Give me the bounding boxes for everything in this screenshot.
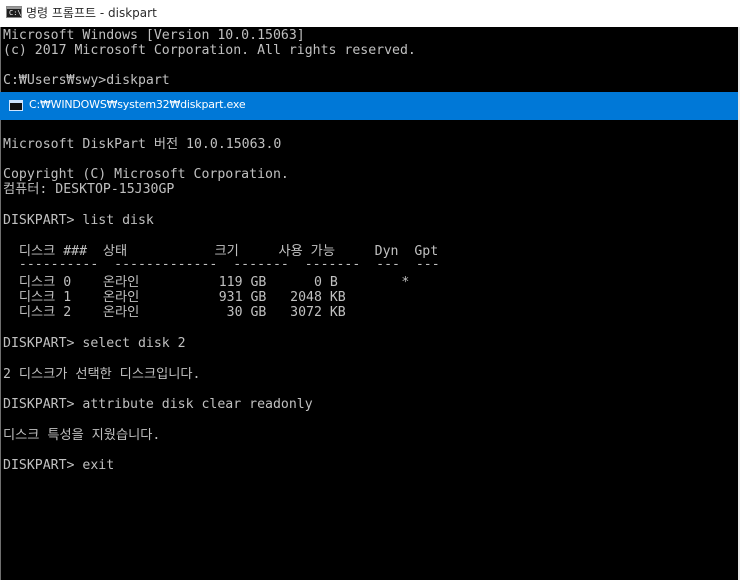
command-prompt-window: C:\ 명령 프롬프트 - diskpart Microsoft Windows… [0, 0, 740, 580]
console-line: Microsoft Windows [Version 10.0.15063] [3, 28, 305, 43]
console-line: 2 디스크가 선택한 디스크입니다. [3, 367, 201, 382]
console-line: C:₩Users₩swy>diskpart [3, 73, 170, 88]
console-line: DISKPART> list disk [3, 213, 154, 228]
console-line: Copyright (C) Microsoft Corporation. [3, 167, 289, 182]
disk-table-row: 디스크 1 온라인 931 GB 2048 KB [3, 290, 346, 305]
diskpart-window-titlebar[interactable]: C:₩WINDOWS₩system32₩diskpart.exe [0, 92, 740, 120]
console-line: DISKPART> exit [3, 458, 115, 473]
console-line: Microsoft DiskPart 버전 10.0.15063.0 [3, 137, 282, 152]
diskpart-window-title: C:₩WINDOWS₩system32₩diskpart.exe [29, 98, 246, 111]
disk-table-row: 디스크 2 온라인 30 GB 3072 KB [3, 305, 346, 320]
console-line: DISKPART> select disk 2 [3, 336, 186, 351]
console-line: DISKPART> attribute disk clear readonly [3, 397, 313, 412]
cmd-icon: C:\ [6, 6, 22, 18]
console-line: 디스크 특성을 지웠습니다. [3, 428, 161, 443]
disk-table-row: 디스크 0 온라인 119 GB 0 B * [3, 275, 410, 290]
disk-table-separator: ---------- ------------- ------- -------… [3, 257, 440, 272]
window-titlebar[interactable]: C:\ 명령 프롬프트 - diskpart [0, 0, 740, 27]
window-title: 명령 프롬프트 - diskpart [26, 6, 157, 20]
console-line: 컴퓨터: DESKTOP-15J30GP [3, 182, 175, 197]
cmd-icon [9, 100, 23, 111]
console-line: (c) 2017 Microsoft Corporation. All righ… [3, 43, 416, 58]
